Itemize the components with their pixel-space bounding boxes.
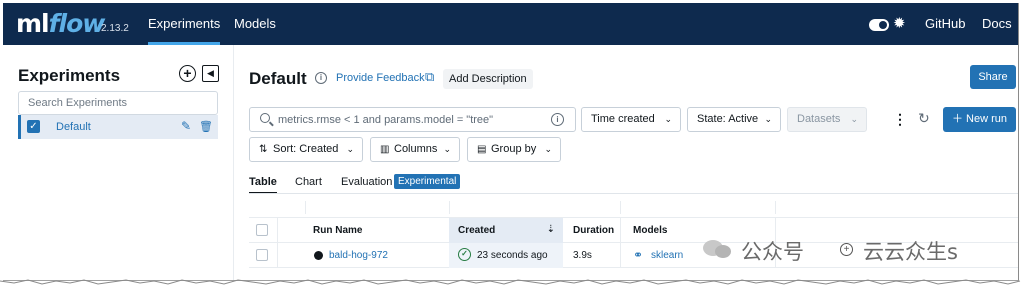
sort-desc-icon[interactable]: ⇣ xyxy=(547,224,555,235)
sidebar-title: Experiments xyxy=(18,66,121,85)
logo-flow-text: flow xyxy=(48,9,106,38)
experiment-label[interactable]: Default xyxy=(56,121,91,133)
refresh-icon[interactable]: ↻ xyxy=(918,110,930,127)
tab-table[interactable]: Table xyxy=(249,176,277,194)
column-separator xyxy=(449,201,450,214)
torn-edge-decoration xyxy=(0,279,1021,285)
new-run-button[interactable]: ＋ New run xyxy=(943,107,1016,132)
share-button[interactable]: Share xyxy=(970,65,1016,89)
create-experiment-icon[interactable]: + xyxy=(179,65,196,82)
tab-evaluation[interactable]: Evaluation xyxy=(341,176,392,188)
group-icon: ▤ xyxy=(477,144,487,155)
model-link[interactable]: sklearn xyxy=(651,250,683,261)
chevron-down-icon: ⌄ xyxy=(664,114,672,124)
chevron-down-icon: ⌄ xyxy=(850,114,858,124)
time-created-dropdown[interactable]: Time created ⌄ xyxy=(581,107,681,132)
info-icon[interactable]: i xyxy=(315,72,327,84)
sort-dropdown[interactable]: ⇅ Sort: Created ⌄ xyxy=(249,137,363,162)
mlflow-page: mlflow 2.13.2 Experiments Models ✹ GitHu… xyxy=(3,3,1019,281)
column-separator xyxy=(277,218,278,243)
header-duration[interactable]: Duration xyxy=(573,225,614,236)
watermark-text-right: 云云众生s xyxy=(863,240,958,264)
external-link-icon[interactable]: ⧉ xyxy=(425,69,434,85)
add-description-button[interactable]: Add Description xyxy=(443,69,533,89)
chevron-down-icon: ⌄ xyxy=(544,144,552,154)
datasets-label: Datasets xyxy=(797,113,841,125)
chevron-down-icon: ⌄ xyxy=(443,144,451,154)
more-options-icon[interactable]: ⋮ xyxy=(893,111,907,128)
chevron-down-icon: ⌄ xyxy=(346,144,354,154)
experimental-badge: Experimental xyxy=(394,174,461,189)
new-run-label: New run xyxy=(966,113,1008,125)
chevron-down-icon: ⌄ xyxy=(764,114,772,124)
column-separator xyxy=(620,218,621,243)
duration-value: 3.9s xyxy=(573,250,592,261)
success-check-icon: ✓ xyxy=(458,248,471,261)
delete-icon[interactable]: 🗑 xyxy=(199,120,213,133)
columns-dropdown[interactable]: ▥ Columns ⌄ xyxy=(370,137,460,162)
group-by-label: Group by xyxy=(491,143,537,155)
header-run-name[interactable]: Run Name xyxy=(313,225,362,236)
table-group-header-row xyxy=(249,197,1018,218)
created-cell: ✓ 23 seconds ago xyxy=(449,243,563,268)
run-color-dot[interactable] xyxy=(314,251,323,260)
column-separator xyxy=(277,243,278,268)
search-experiments-input[interactable]: Search Experiments xyxy=(18,91,218,115)
nav-experiments[interactable]: Experiments xyxy=(148,3,221,45)
screenshot-frame: mlflow 2.13.2 Experiments Models ✹ GitHu… xyxy=(0,0,1024,291)
search-icon xyxy=(260,113,270,123)
column-separator xyxy=(620,201,621,214)
mlflow-logo[interactable]: mlflow xyxy=(16,9,106,38)
runs-search-input[interactable]: metrics.rmse < 1 and params.model = "tre… xyxy=(249,107,576,132)
dark-mode-toggle[interactable] xyxy=(869,19,889,31)
logo-ml-text: ml xyxy=(16,9,50,38)
header-created-label: Created xyxy=(458,225,496,236)
tab-chart[interactable]: Chart xyxy=(295,176,322,188)
sidebar-item-default[interactable]: ✓ Default ✎ 🗑 xyxy=(18,115,218,139)
column-separator xyxy=(775,201,776,214)
column-separator xyxy=(305,201,306,214)
search-value: metrics.rmse < 1 and params.model = "tre… xyxy=(278,114,494,126)
nav-docs[interactable]: Docs xyxy=(982,3,1012,45)
experiment-checkbox[interactable]: ✓ xyxy=(27,120,40,133)
nav-github[interactable]: GitHub xyxy=(925,3,965,45)
columns-icon: ▥ xyxy=(380,144,390,155)
top-navigation-bar: mlflow 2.13.2 Experiments Models ✹ GitHu… xyxy=(3,3,1018,45)
datasets-dropdown: Datasets ⌄ xyxy=(787,107,867,132)
sort-label: Sort: Created xyxy=(273,143,339,155)
created-value: 23 seconds ago xyxy=(477,250,548,261)
columns-label: Columns xyxy=(394,143,438,155)
tab-divider xyxy=(249,193,1018,194)
header-models[interactable]: Models xyxy=(633,225,667,236)
nav-models[interactable]: Models xyxy=(234,3,276,45)
run-name-link[interactable]: bald-hog-972 xyxy=(329,250,388,261)
page-title: Default xyxy=(249,69,307,88)
edit-icon[interactable]: ✎ xyxy=(181,119,191,133)
header-created[interactable]: Created ⇣ xyxy=(449,218,563,243)
state-label: State: Active xyxy=(697,113,759,125)
watermark-text-left: 公众号 xyxy=(741,240,804,264)
model-icon: ⚭ xyxy=(633,248,644,262)
column-separator xyxy=(620,243,621,268)
state-dropdown[interactable]: State: Active ⌄ xyxy=(687,107,781,132)
group-by-dropdown[interactable]: ▤ Group by ⌄ xyxy=(467,137,561,162)
wechat-logo-icon xyxy=(703,237,733,261)
time-created-label: Time created xyxy=(591,113,655,125)
select-all-checkbox[interactable] xyxy=(256,224,268,236)
collapse-sidebar-icon[interactable]: ◀ xyxy=(202,65,219,82)
sidebar-divider xyxy=(233,45,234,280)
sort-icon: ⇅ xyxy=(259,144,268,155)
provide-feedback-link[interactable]: Provide Feedback xyxy=(336,72,425,84)
plus-circle-icon: + xyxy=(840,243,853,256)
sun-icon[interactable]: ✹ xyxy=(893,14,906,32)
row-checkbox[interactable] xyxy=(256,249,268,261)
search-info-icon[interactable]: i xyxy=(551,113,564,126)
version-label: 2.13.2 xyxy=(101,23,129,34)
